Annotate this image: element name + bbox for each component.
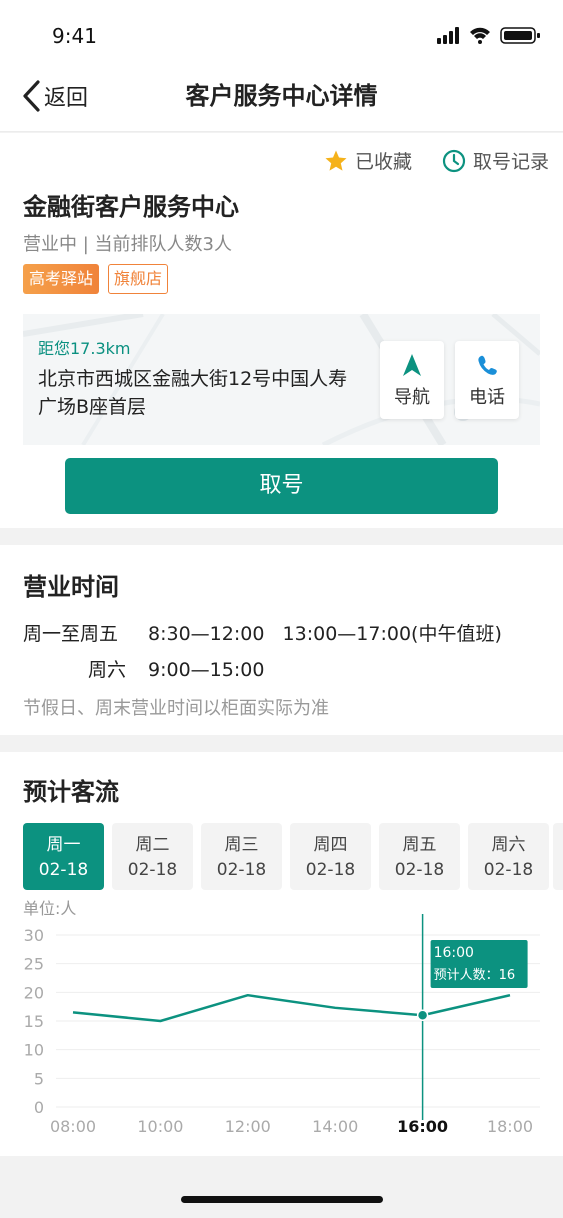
- day-weekday: 周四: [313, 835, 348, 855]
- y-tick-label: 25: [24, 955, 44, 974]
- business-hours-card: 营业时间 周一至周五 8:30—12:00 13:00—17:00(中午值班) 周…: [0, 545, 563, 735]
- hours-title: 营业时间: [23, 573, 119, 601]
- day-date: 02-18: [38, 860, 89, 880]
- day-date: 02-18: [305, 860, 356, 880]
- take-number-button[interactable]: 取号: [65, 458, 498, 514]
- y-tick-label: 10: [24, 1041, 44, 1060]
- call-label: 电话: [469, 387, 505, 408]
- tag-flagship: 旗舰店: [108, 264, 169, 294]
- data-point-selected: [416, 1009, 429, 1022]
- wifi-icon: [470, 27, 490, 44]
- navigate-button[interactable]: 导航: [380, 341, 444, 419]
- x-tick-label: 08:00: [50, 1117, 96, 1136]
- home-indicator: [181, 1196, 383, 1203]
- signal-icon: [437, 27, 459, 44]
- back-label: 返回: [44, 86, 89, 111]
- day-date: 02-18: [483, 860, 534, 880]
- tooltip-time: 16:00: [434, 945, 474, 961]
- hours-day: 周六: [87, 659, 126, 681]
- favorite-button[interactable]: 已收藏: [324, 147, 412, 174]
- y-tick-label: 0: [34, 1098, 44, 1117]
- address-text: 北京市西城区金融大街12号中国人寿广场B座首层: [38, 368, 348, 418]
- day-date: 02-18: [127, 860, 178, 880]
- navigation-arrow-icon: [403, 354, 421, 376]
- hours-day: 周一至周五: [23, 623, 119, 645]
- navigate-label: 导航: [394, 387, 430, 408]
- ticket-history-button[interactable]: 取号记录: [442, 147, 549, 174]
- day-tab-mon[interactable]: 周一 02-18: [23, 823, 104, 890]
- day-weekday: 周三: [224, 835, 259, 855]
- day-tabs: 周一 02-18 周二 02-18 周三 02-18 周四 02-18 周五 0…: [23, 823, 549, 890]
- day-tab-sat[interactable]: 周六 02-18: [468, 823, 549, 890]
- status-icons: [437, 27, 540, 44]
- map-preview[interactable]: 距您17.3km 北京市西城区金融大街12号中国人寿广场B座首层 导航 电话: [23, 314, 540, 445]
- nav-bar: 返回 客户服务中心详情: [0, 62, 563, 132]
- traffic-line-chart[interactable]: 单位:人 0 5 10 15 20 25 30 08:00 10:00 12:00 14:00 16:0…: [0, 892, 563, 1142]
- x-tick-label: 12:00: [225, 1117, 271, 1136]
- day-tab-overflow[interactable]: [553, 823, 563, 890]
- hours-time: 8:30—12:00 13:00—17:00(中午值班): [148, 623, 502, 645]
- day-tab-thu[interactable]: 周四 02-18: [290, 823, 371, 890]
- y-tick-label: 5: [34, 1069, 44, 1088]
- day-tab-wed[interactable]: 周三 02-18: [201, 823, 282, 890]
- status-time: 9:41: [52, 24, 97, 48]
- hours-row-weekday: 周一至周五 8:30—12:00 13:00—17:00(中午值班): [23, 619, 502, 646]
- center-info-card: 已收藏 取号记录 金融街客户服务中心 营业中 | 当前排队人数3人 高考驿站 旗…: [0, 133, 563, 528]
- favorite-label: 已收藏: [354, 151, 412, 173]
- center-status: 营业中 | 当前排队人数3人: [23, 234, 232, 255]
- flow-title: 预计客流: [23, 778, 119, 806]
- day-weekday: 周五: [402, 835, 437, 855]
- y-tick-label: 20: [24, 983, 44, 1002]
- day-weekday: 周六: [491, 835, 526, 855]
- x-tick-label: 14:00: [312, 1117, 358, 1136]
- day-weekday: 周一: [46, 835, 81, 855]
- chart-unit-label: 单位:人: [23, 899, 76, 918]
- day-tab-tue[interactable]: 周二 02-18: [112, 823, 193, 890]
- tag-gaokao: 高考驿站: [23, 264, 100, 294]
- status-bar: 9:41: [0, 0, 563, 62]
- battery-icon: [500, 27, 540, 44]
- clock-icon: [442, 149, 466, 172]
- y-tick-label: 15: [24, 1012, 44, 1031]
- star-icon: [325, 150, 347, 171]
- day-tab-fri[interactable]: 周五 02-18: [379, 823, 460, 890]
- day-date: 02-18: [394, 860, 445, 880]
- series-line: [72, 993, 511, 1023]
- chevron-left-icon: [23, 80, 40, 112]
- x-tick-label: 10:00: [137, 1117, 183, 1136]
- x-tick-label: 18:00: [487, 1117, 533, 1136]
- call-button[interactable]: 电话: [455, 341, 519, 419]
- tag-list: 高考驿站 旗舰店: [23, 264, 169, 294]
- day-date: 02-18: [216, 860, 267, 880]
- distance-text: 距您17.3km: [38, 339, 131, 358]
- hours-row-saturday: 周六 9:00—15:00: [23, 655, 264, 682]
- y-tick-label: 30: [24, 926, 44, 945]
- hours-note: 节假日、周末营业时间以柜面实际为准: [23, 698, 329, 719]
- traffic-forecast-card: 预计客流 周一 02-18 周二 02-18 周三 02-18 周四 02-18…: [0, 752, 563, 1156]
- hours-time: 9:00—15:00: [148, 659, 265, 681]
- phone-icon: [478, 355, 497, 375]
- center-name: 金融街客户服务中心: [23, 193, 239, 221]
- day-weekday: 周二: [135, 835, 170, 855]
- back-button[interactable]: 返回: [20, 78, 88, 114]
- tooltip-value: 预计人数：16: [434, 968, 516, 983]
- top-actions: 已收藏 取号记录: [324, 147, 549, 174]
- ticket-history-label: 取号记录: [472, 151, 549, 173]
